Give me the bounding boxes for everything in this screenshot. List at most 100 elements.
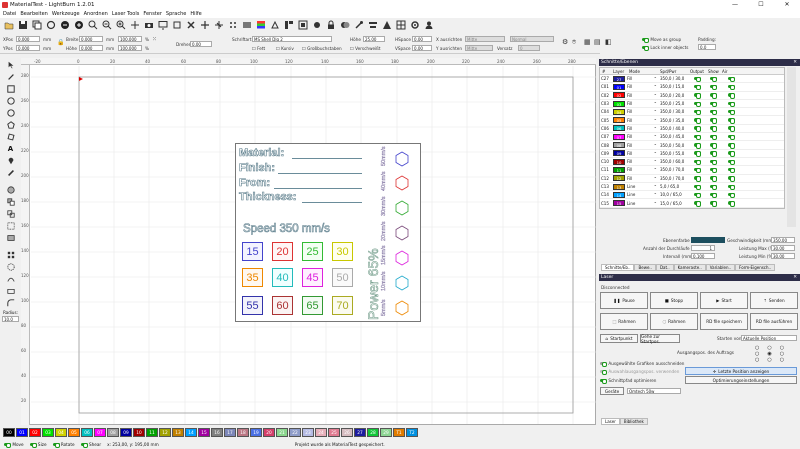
fit-icon[interactable] — [171, 20, 182, 31]
circle-icon[interactable] — [2, 107, 19, 118]
layer-mode-select[interactable]: Fill — [627, 132, 657, 139]
air-toggle[interactable] — [728, 201, 735, 206]
air-toggle[interactable] — [728, 126, 735, 132]
tool-icon[interactable] — [353, 20, 364, 31]
boolean-icon[interactable] — [339, 20, 350, 31]
air-toggle[interactable] — [728, 93, 735, 99]
weld-icon[interactable] — [2, 208, 19, 219]
palette-swatch[interactable]: 20 — [263, 428, 275, 437]
layer-mode-select[interactable]: Fill — [627, 74, 657, 81]
layer-color[interactable]: 06 — [613, 125, 625, 132]
air-toggle[interactable] — [728, 167, 735, 173]
palette-swatch[interactable]: 02 — [29, 428, 41, 437]
lock-ratio-icon[interactable]: 🔒 — [57, 39, 64, 46]
pause-button[interactable]: ❚❚ Pause — [600, 292, 648, 309]
layer-row[interactable]: C07 07Fill350,0 / 45,0 — [600, 132, 784, 142]
palette-swatch[interactable]: 12 — [159, 428, 171, 437]
copy-icon[interactable] — [31, 20, 42, 31]
zoom-in-icon[interactable] — [87, 20, 98, 31]
menu-anordnen[interactable]: Anordnen — [84, 11, 108, 17]
cuts-scrollbar[interactable] — [787, 67, 796, 227]
show-toggle[interactable] — [710, 76, 728, 82]
shear-mode[interactable]: Shear — [80, 442, 101, 448]
layer-row[interactable]: C09 09Fill350,0 / 55,0 — [600, 149, 784, 158]
camera-small-icon[interactable]: ⌾ — [572, 38, 576, 47]
show-toggle[interactable] — [710, 118, 728, 123]
text-style-select[interactable]: Normal — [510, 36, 554, 42]
layer-row[interactable]: C13 13Line5,0 / 65,0 — [600, 182, 784, 192]
show-toggle[interactable] — [710, 109, 728, 115]
size-mode[interactable]: Size — [29, 442, 47, 448]
layer-row[interactable]: C03 03Fill350,0 / 25,0 — [600, 99, 784, 109]
palette-swatch[interactable]: 01 — [16, 428, 28, 437]
palette-swatch[interactable]: 21 — [276, 428, 288, 437]
minimize-button[interactable]: — — [722, 0, 748, 10]
show-toggle[interactable] — [710, 167, 728, 173]
speed-field[interactable]: 350,00 — [771, 237, 795, 243]
save-icon[interactable] — [17, 20, 28, 31]
maximize-button[interactable]: ☐ — [748, 0, 774, 10]
redo-icon[interactable] — [73, 20, 84, 31]
palette-swatch[interactable]: 07 — [94, 428, 106, 437]
air-toggle[interactable] — [728, 101, 735, 107]
pen-icon[interactable] — [2, 71, 19, 82]
palette-swatch[interactable]: 16 — [211, 428, 223, 437]
close-icon[interactable]: ✕ — [793, 59, 797, 66]
menu-bearbeiten[interactable]: Bearbeiten — [20, 11, 47, 17]
italic-checkbox[interactable]: ☐ Kursiv — [276, 46, 294, 51]
layer-row[interactable]: C14 14Line10,0 / 65,0 — [600, 190, 784, 200]
palette-swatch[interactable]: T2 — [406, 428, 418, 437]
ellipse-icon[interactable] — [2, 95, 19, 106]
lock-inner-toggle[interactable]: Lock inner objects — [642, 45, 688, 51]
output-toggle[interactable] — [694, 84, 710, 90]
layer-mode-select[interactable]: Fill — [627, 91, 657, 98]
home-button[interactable]: ⌂ Startpunkt — [600, 334, 638, 343]
layer-color[interactable]: 03 — [613, 100, 625, 107]
palette-swatch[interactable]: 11 — [146, 428, 158, 437]
layer-mode-select[interactable]: Fill — [627, 124, 657, 131]
palette-swatch[interactable]: 23 — [302, 428, 314, 437]
layer-mode-select[interactable]: Fill — [627, 149, 657, 156]
layer-color[interactable]: 04 — [613, 108, 625, 115]
layer-row[interactable]: C05 05Fill350,0 / 35,0 — [600, 116, 784, 125]
tab-cuts[interactable]: Schnitte/Eb.. — [601, 264, 635, 271]
layout-icon[interactable] — [283, 20, 294, 31]
font-select[interactable]: MS Shell Dlg 2 — [252, 36, 332, 42]
layer-color[interactable]: 15 — [613, 200, 625, 207]
layer-mode-select[interactable]: Fill — [627, 116, 657, 123]
close-button[interactable]: ✕ — [774, 0, 800, 10]
text-height-field[interactable]: 25,00 — [363, 36, 385, 42]
air-toggle[interactable] — [728, 176, 735, 182]
air-toggle[interactable] — [728, 84, 735, 90]
air-toggle[interactable] — [728, 184, 735, 190]
offset-icon[interactable] — [2, 184, 19, 195]
layer-row[interactable]: C08 08Fill350,0 / 50,0 — [600, 141, 784, 150]
layer-row[interactable]: C06 06Fill350,0 / 40,0 — [600, 124, 784, 134]
star-icon[interactable] — [2, 131, 19, 142]
layer-row[interactable]: C10 10Fill350,0 / 60,0 — [600, 157, 784, 167]
align-icon[interactable] — [2, 232, 19, 243]
circle-array-icon[interactable] — [2, 261, 19, 272]
output-toggle[interactable] — [694, 176, 710, 182]
shape-icon[interactable] — [381, 20, 392, 31]
xpos-field[interactable]: 0,000 — [16, 36, 40, 42]
show-toggle[interactable] — [710, 184, 728, 190]
power-min-field[interactable]: 30,00 — [771, 253, 795, 259]
palette-swatch[interactable]: 26 — [341, 428, 353, 437]
close-icon[interactable]: ✕ — [793, 274, 797, 281]
layer-color[interactable]: 02 — [613, 92, 625, 99]
rainbow-icon[interactable] — [255, 20, 266, 31]
layer-color[interactable]: 07 — [613, 133, 625, 140]
menu-fenster[interactable]: Fenster — [143, 11, 162, 17]
job-origin-radios[interactable]: ○○○ ○◉○ ○○○ — [755, 345, 797, 365]
devices-button[interactable]: Geräte — [600, 387, 624, 395]
layer-mode-select[interactable]: Line — [627, 199, 657, 206]
lock-icon[interactable] — [325, 20, 336, 31]
scale-x-field[interactable]: 100,000 — [118, 36, 142, 42]
show-toggle[interactable] — [710, 126, 728, 132]
menu-werkzeuge[interactable]: Werkzeuge — [52, 11, 80, 17]
palette-swatch[interactable]: 19 — [250, 428, 262, 437]
text-icon[interactable]: A — [2, 143, 19, 154]
cross-icon[interactable] — [213, 20, 224, 31]
show-toggle[interactable] — [710, 134, 728, 140]
